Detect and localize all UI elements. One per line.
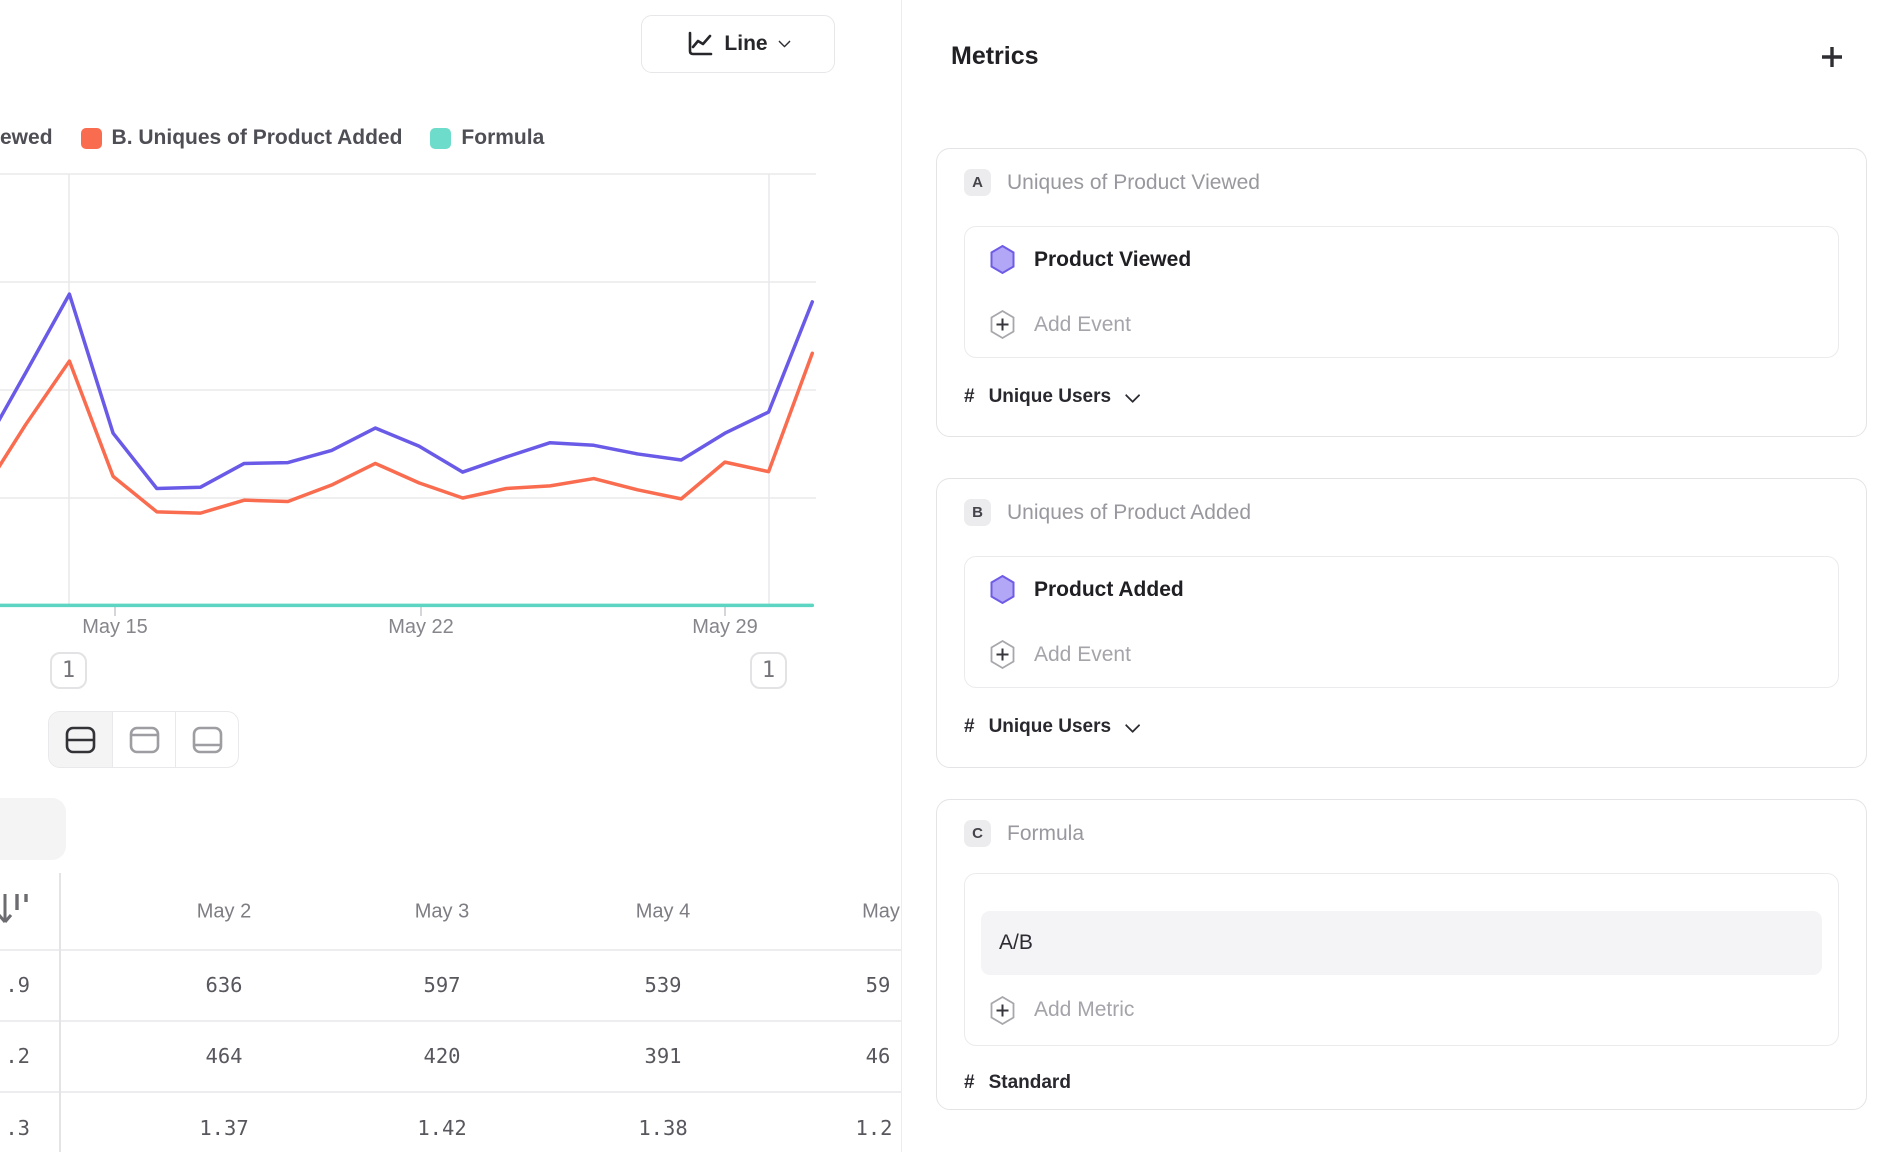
- sort-descending-icon[interactable]: [0, 890, 31, 935]
- layout-toggle: [48, 711, 239, 768]
- add-metric-label: Add Metric: [1034, 998, 1134, 1022]
- table-cell[interactable]: 46: [866, 1044, 891, 1068]
- measure-label: Unique Users: [989, 716, 1111, 738]
- table-cell[interactable]: 391: [644, 1044, 681, 1068]
- metrics-panel: Metrics A Uniques of Product Viewed Prod…: [901, 0, 1898, 1152]
- measure-selector[interactable]: # Unique Users: [964, 716, 1839, 738]
- formula-box: A/B Add Metric: [964, 873, 1839, 1046]
- measure-selector[interactable]: # Unique Users: [964, 386, 1839, 408]
- table-cell[interactable]: 464: [205, 1044, 242, 1068]
- formula-input[interactable]: A/B: [981, 911, 1822, 975]
- metric-card-b: B Uniques of Product Added Product Added…: [936, 478, 1867, 768]
- table-cell[interactable]: 1.2: [855, 1116, 892, 1140]
- legend-label: ewed: [0, 126, 53, 150]
- hexagon-plus-icon: [989, 639, 1016, 670]
- top-bar-layout-icon: [129, 726, 160, 754]
- formula-text: A/B: [999, 931, 1033, 955]
- chevron-down-icon: [778, 35, 790, 47]
- event-name: Product Added: [1034, 578, 1184, 602]
- table-cell[interactable]: 636: [205, 973, 242, 997]
- row-label: .2: [0, 1044, 30, 1068]
- insights-report: Line ewed B. Uniques of Product Added Fo…: [0, 0, 1898, 1152]
- event-name: Product Viewed: [1034, 248, 1191, 272]
- column-header[interactable]: May: [862, 901, 900, 924]
- table-divider: [0, 1091, 901, 1093]
- column-header[interactable]: May 3: [415, 901, 469, 924]
- x-tick-label: May 15: [82, 616, 148, 639]
- measure-label: Unique Users: [989, 386, 1111, 408]
- hexagon-event-icon: [989, 574, 1016, 605]
- metric-badge: C: [964, 820, 991, 847]
- row-label: .3: [0, 1116, 30, 1140]
- table-divider: [0, 949, 901, 951]
- split-layout-icon: [65, 726, 96, 754]
- number-type-icon: #: [964, 1072, 975, 1094]
- metric-badge: A: [964, 169, 991, 196]
- table-cell[interactable]: 420: [423, 1044, 460, 1068]
- row-label: .9: [0, 973, 30, 997]
- chart-type-label: Line: [724, 32, 767, 56]
- metric-badge: B: [964, 499, 991, 526]
- chart-legend: ewed B. Uniques of Product Added Formula: [0, 121, 544, 155]
- hexagon-plus-icon: [989, 995, 1016, 1026]
- measure-label: Standard: [989, 1072, 1071, 1094]
- table-tab[interactable]: [0, 798, 66, 860]
- add-event-row[interactable]: Add Event: [989, 292, 1814, 357]
- chevron-down-icon: [1125, 387, 1141, 403]
- chevron-down-icon: [1125, 717, 1141, 733]
- x-tick-label: May 29: [692, 616, 758, 639]
- add-metric-plus-icon[interactable]: [1818, 43, 1846, 71]
- table-cell[interactable]: 1.37: [199, 1116, 248, 1140]
- table-divider: [0, 1020, 901, 1022]
- column-header[interactable]: May 2: [197, 901, 251, 924]
- table-cell[interactable]: 1.38: [638, 1116, 687, 1140]
- add-event-row[interactable]: Add Event: [989, 622, 1814, 687]
- hexagon-plus-icon: [989, 309, 1016, 340]
- x-tick-label: May 22: [388, 616, 454, 639]
- event-box: Product Viewed Add Event: [964, 226, 1839, 358]
- legend-item-formula[interactable]: Formula: [430, 126, 544, 150]
- number-type-icon: #: [964, 716, 975, 738]
- layout-chart-only-button[interactable]: [112, 712, 175, 767]
- bottom-bar-layout-icon: [192, 726, 223, 754]
- table-cell[interactable]: 597: [423, 973, 460, 997]
- column-header[interactable]: May 4: [636, 901, 690, 924]
- annotation-badge[interactable]: 1: [750, 652, 787, 689]
- number-type-icon: #: [964, 386, 975, 408]
- layout-chart-and-table-button[interactable]: [49, 712, 112, 767]
- event-row[interactable]: Product Added: [989, 557, 1814, 622]
- add-event-label: Add Event: [1034, 313, 1131, 337]
- layout-table-only-button[interactable]: [175, 712, 238, 767]
- line-chart[interactable]: [0, 170, 901, 640]
- metric-card-c: C Formula A/B Add Metric # Standard: [936, 799, 1867, 1110]
- metric-title[interactable]: Formula: [1007, 822, 1084, 846]
- hexagon-event-icon: [989, 244, 1016, 275]
- add-event-label: Add Event: [1034, 643, 1131, 667]
- table-cell[interactable]: 1.42: [417, 1116, 466, 1140]
- chart-type-button[interactable]: Line: [641, 15, 835, 73]
- legend-item-a[interactable]: ewed: [0, 126, 53, 150]
- metric-title[interactable]: Uniques of Product Viewed: [1007, 171, 1260, 195]
- metric-card-a: A Uniques of Product Viewed Product View…: [936, 148, 1867, 437]
- legend-label: Formula: [461, 126, 544, 150]
- event-box: Product Added Add Event: [964, 556, 1839, 688]
- metrics-panel-title: Metrics: [951, 42, 1039, 71]
- frozen-column-divider: [59, 873, 61, 1152]
- event-row[interactable]: Product Viewed: [989, 227, 1814, 292]
- chart-panel: Line ewed B. Uniques of Product Added Fo…: [0, 0, 901, 1152]
- measure-selector[interactable]: # Standard: [964, 1072, 1839, 1094]
- add-metric-row[interactable]: Add Metric: [989, 975, 1814, 1045]
- metric-title[interactable]: Uniques of Product Added: [1007, 501, 1251, 525]
- legend-swatch-orange: [81, 128, 102, 149]
- annotation-badge[interactable]: 1: [50, 652, 87, 689]
- line-chart-icon: [686, 31, 713, 58]
- legend-item-b[interactable]: B. Uniques of Product Added: [81, 126, 403, 150]
- table-cell[interactable]: 59: [866, 973, 891, 997]
- table-cell[interactable]: 539: [644, 973, 681, 997]
- legend-swatch-teal: [430, 128, 451, 149]
- legend-label: B. Uniques of Product Added: [112, 126, 403, 150]
